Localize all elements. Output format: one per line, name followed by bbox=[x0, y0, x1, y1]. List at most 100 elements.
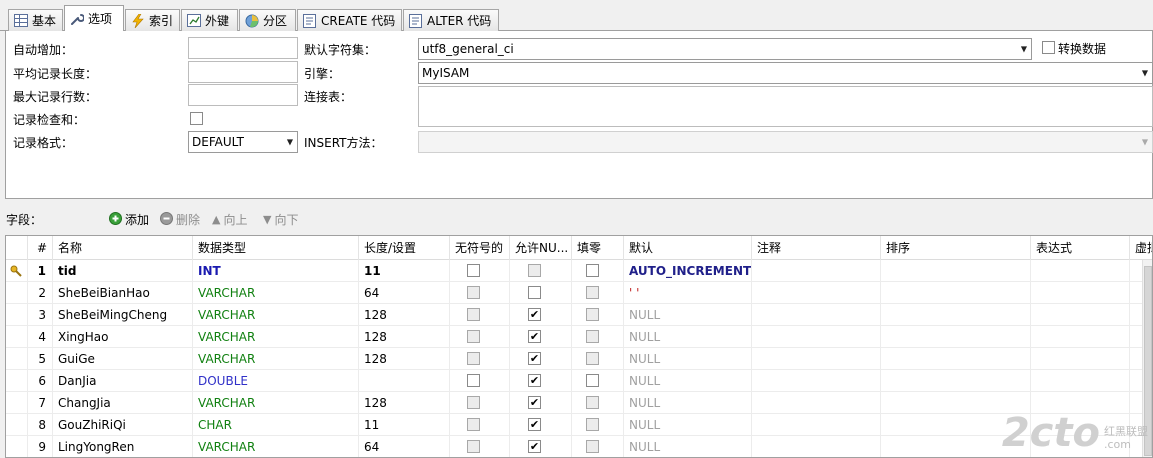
field-expression-cell[interactable] bbox=[1031, 326, 1130, 348]
unsigned-checkbox[interactable] bbox=[467, 330, 480, 343]
field-length-cell[interactable] bbox=[359, 370, 450, 392]
field-length-cell[interactable]: 64 bbox=[359, 436, 450, 457]
field-length-cell[interactable]: 11 bbox=[359, 414, 450, 436]
field-default-cell[interactable]: NULL bbox=[624, 436, 752, 457]
nullable-cell[interactable] bbox=[510, 326, 572, 348]
field-default-cell[interactable]: NULL bbox=[624, 414, 752, 436]
tab-foreign-keys[interactable]: 外键 bbox=[181, 9, 238, 31]
unsigned-cell[interactable] bbox=[450, 304, 510, 326]
zerofill-checkbox[interactable] bbox=[586, 308, 599, 321]
field-collation-cell[interactable] bbox=[881, 436, 1031, 457]
row-number[interactable]: 8 bbox=[28, 414, 53, 436]
field-expression-cell[interactable] bbox=[1031, 260, 1130, 282]
field-default-cell[interactable]: ' ' bbox=[624, 282, 752, 304]
move-up-button[interactable]: ▲ 向上 bbox=[212, 211, 247, 228]
field-expression-cell[interactable] bbox=[1031, 436, 1130, 457]
unsigned-cell[interactable] bbox=[450, 348, 510, 370]
field-name-cell[interactable]: SheBeiBianHao bbox=[53, 282, 193, 304]
table-row[interactable]: 1 tid INT 11 AUTO_INCREMENT bbox=[6, 260, 1152, 282]
field-collation-cell[interactable] bbox=[881, 326, 1031, 348]
table-row[interactable]: 3 SheBeiMingCheng VARCHAR 128 NULL ✔ bbox=[6, 304, 1152, 326]
nullable-cell[interactable] bbox=[510, 348, 572, 370]
field-type-cell[interactable]: VARCHAR bbox=[193, 326, 359, 348]
unsigned-checkbox[interactable] bbox=[467, 308, 480, 321]
vertical-scrollbar[interactable] bbox=[1142, 260, 1152, 457]
row-number[interactable]: 4 bbox=[28, 326, 53, 348]
field-type-cell[interactable]: CHAR bbox=[193, 414, 359, 436]
zerofill-checkbox[interactable] bbox=[586, 286, 599, 299]
auto-increment-input[interactable] bbox=[188, 37, 298, 59]
field-length-cell[interactable]: 128 bbox=[359, 348, 450, 370]
nullable-cell[interactable] bbox=[510, 392, 572, 414]
tab-partitions[interactable]: 分区 bbox=[239, 9, 296, 31]
column-header[interactable]: # bbox=[28, 236, 53, 260]
field-name-cell[interactable]: DanJia bbox=[53, 370, 193, 392]
field-expression-cell[interactable] bbox=[1031, 282, 1130, 304]
field-collation-cell[interactable] bbox=[881, 348, 1031, 370]
field-default-cell[interactable]: NULL bbox=[624, 326, 752, 348]
field-length-cell[interactable]: 128 bbox=[359, 304, 450, 326]
column-header[interactable]: 长度/设置 bbox=[359, 236, 450, 260]
table-row[interactable]: 8 GouZhiRiQi CHAR 11 NULL ✔ bbox=[6, 414, 1152, 436]
nullable-checkbox[interactable] bbox=[528, 264, 541, 277]
table-row[interactable]: 7 ChangJia VARCHAR 128 NULL ✔ bbox=[6, 392, 1152, 414]
tab-create-code[interactable]: CREATE 代码 bbox=[297, 9, 402, 31]
unsigned-cell[interactable] bbox=[450, 436, 510, 457]
column-header[interactable]: 无符号的 bbox=[450, 236, 510, 260]
field-type-cell[interactable]: VARCHAR bbox=[193, 282, 359, 304]
field-comment-cell[interactable] bbox=[752, 282, 881, 304]
unsigned-cell[interactable] bbox=[450, 414, 510, 436]
nullable-checkbox[interactable]: ✔ bbox=[528, 308, 541, 321]
field-default-cell[interactable]: NULL bbox=[624, 392, 752, 414]
field-name-cell[interactable]: XingHao bbox=[53, 326, 193, 348]
move-down-button[interactable]: ▼ 向下 bbox=[263, 211, 298, 228]
union-textarea[interactable] bbox=[418, 86, 1153, 127]
field-comment-cell[interactable] bbox=[752, 392, 881, 414]
tab-basic[interactable]: 基本 bbox=[8, 9, 63, 31]
nullable-cell[interactable] bbox=[510, 282, 572, 304]
field-type-cell[interactable]: VARCHAR bbox=[193, 304, 359, 326]
field-comment-cell[interactable] bbox=[752, 414, 881, 436]
nullable-cell[interactable] bbox=[510, 260, 572, 282]
unsigned-checkbox[interactable] bbox=[467, 374, 480, 387]
field-type-cell[interactable]: INT bbox=[193, 260, 359, 282]
checksum-checkbox[interactable] bbox=[190, 112, 203, 125]
tab-options[interactable]: 选项 bbox=[64, 5, 124, 31]
column-header[interactable]: 允许NU... bbox=[510, 236, 572, 260]
unsigned-checkbox[interactable] bbox=[467, 352, 480, 365]
unsigned-cell[interactable] bbox=[450, 370, 510, 392]
insert-method-select[interactable]: ▼ bbox=[418, 131, 1153, 153]
nullable-cell[interactable] bbox=[510, 436, 572, 457]
table-row[interactable]: 4 XingHao VARCHAR 128 NULL ✔ bbox=[6, 326, 1152, 348]
zerofill-checkbox[interactable] bbox=[586, 418, 599, 431]
field-length-cell[interactable]: 128 bbox=[359, 326, 450, 348]
nullable-checkbox[interactable]: ✔ bbox=[528, 330, 541, 343]
column-header[interactable]: 名称 bbox=[53, 236, 193, 260]
table-row[interactable]: 6 DanJia DOUBLE NULL ✔ bbox=[6, 370, 1152, 392]
field-collation-cell[interactable] bbox=[881, 392, 1031, 414]
table-row[interactable]: 2 SheBeiBianHao VARCHAR 64 ' ' bbox=[6, 282, 1152, 304]
row-number[interactable]: 1 bbox=[28, 260, 53, 282]
row-number[interactable]: 3 bbox=[28, 304, 53, 326]
field-collation-cell[interactable] bbox=[881, 370, 1031, 392]
field-comment-cell[interactable] bbox=[752, 436, 881, 457]
field-collation-cell[interactable] bbox=[881, 414, 1031, 436]
row-format-select[interactable]: DEFAULT ▼ bbox=[188, 131, 298, 153]
nullable-checkbox[interactable]: ✔ bbox=[528, 440, 541, 453]
delete-field-button[interactable]: 删除 bbox=[160, 211, 200, 228]
zerofill-checkbox[interactable] bbox=[586, 396, 599, 409]
field-default-cell[interactable]: NULL bbox=[624, 370, 752, 392]
field-collation-cell[interactable] bbox=[881, 260, 1031, 282]
field-type-cell[interactable]: VARCHAR bbox=[193, 392, 359, 414]
row-number[interactable]: 5 bbox=[28, 348, 53, 370]
unsigned-cell[interactable] bbox=[450, 326, 510, 348]
nullable-checkbox[interactable]: ✔ bbox=[528, 418, 541, 431]
zerofill-checkbox[interactable] bbox=[586, 440, 599, 453]
field-length-cell[interactable]: 128 bbox=[359, 392, 450, 414]
row-number[interactable]: 7 bbox=[28, 392, 53, 414]
zerofill-checkbox[interactable] bbox=[586, 330, 599, 343]
column-header[interactable]: 默认 bbox=[624, 236, 752, 260]
column-header[interactable]: 数据类型 bbox=[193, 236, 359, 260]
field-comment-cell[interactable] bbox=[752, 260, 881, 282]
unsigned-checkbox[interactable] bbox=[467, 286, 480, 299]
